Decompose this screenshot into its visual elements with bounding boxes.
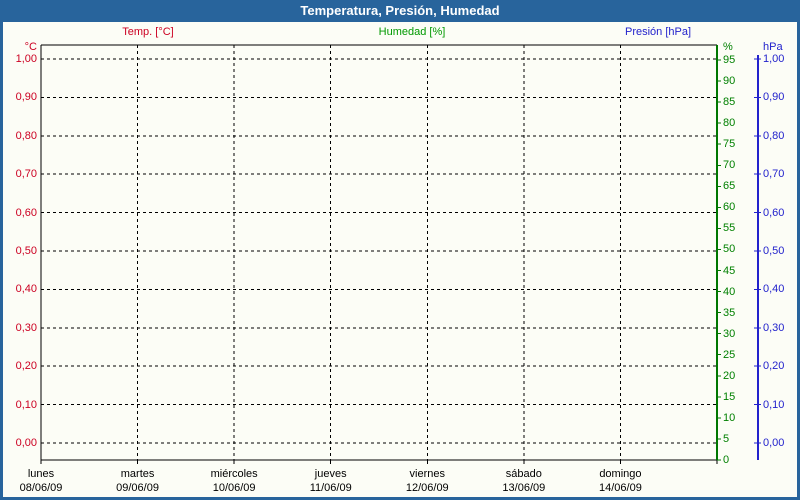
title-bar: Temperatura, Presión, Humedad	[0, 0, 800, 22]
legend-pressure-label: Presión [hPa]	[624, 26, 692, 38]
legend-temp-label: Temp. [°C]	[122, 26, 174, 38]
humidity-axis-unit-label: %	[723, 41, 733, 53]
chart-plot-area	[40, 44, 761, 464]
chart-window: Temperatura, Presión, Humedad Temp. [°C]…	[0, 0, 800, 500]
legend-humidity-label: Humedad [%]	[378, 26, 446, 38]
temp-axis-unit-label: °C	[24, 41, 37, 53]
pressure-axis-unit-label: hPa	[763, 41, 783, 53]
page-title: Temperatura, Presión, Humedad	[300, 3, 500, 18]
